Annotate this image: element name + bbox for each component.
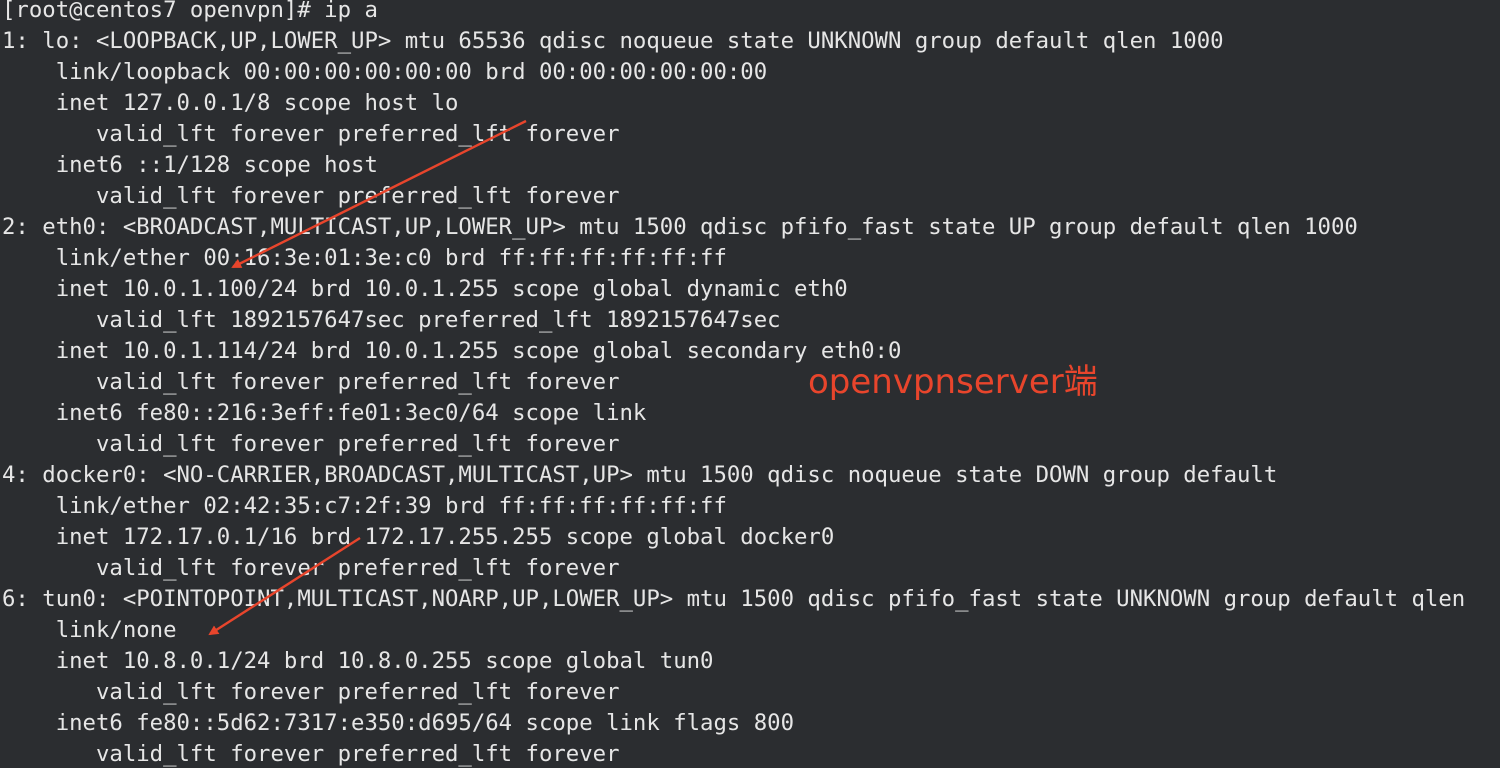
terminal-window[interactable]: [root@centos7 openvpn]# ip a 1: lo: <LOO… (0, 0, 1500, 768)
terminal-line-eth0-inet2: inet 10.0.1.114/24 brd 10.0.1.255 scope … (2, 338, 902, 364)
terminal-line-eth0-valid6: valid_lft forever preferred_lft forever (2, 431, 620, 457)
terminal-line-tun0-header: 6: tun0: <POINTOPOINT,MULTICAST,NOARP,UP… (2, 586, 1466, 612)
terminal-line-tun0-inet6: inet6 fe80::5d62:7317:e350:d695/64 scope… (2, 710, 795, 736)
terminal-line-eth0-valid: valid_lft 1892157647sec preferred_lft 18… (2, 307, 781, 333)
terminal-line-tun0-valid6: valid_lft forever preferred_lft forever (2, 741, 620, 767)
terminal-line-tun0-valid: valid_lft forever preferred_lft forever (2, 679, 620, 705)
terminal-line-lo-inet: inet 127.0.0.1/8 scope host lo (2, 90, 459, 116)
terminal-line-lo-link: link/loopback 00:00:00:00:00:00 brd 00:0… (2, 59, 768, 85)
terminal-line-lo-inet6: inet6 ::1/128 scope host (2, 152, 378, 178)
terminal-line-lo-valid: valid_lft forever preferred_lft forever (2, 121, 620, 147)
terminal-line-eth0-header: 2: eth0: <BROADCAST,MULTICAST,UP,LOWER_U… (2, 214, 1358, 240)
terminal-line-docker0-inet: inet 172.17.0.1/16 brd 172.17.255.255 sc… (2, 524, 835, 550)
terminal-line-eth0-link: link/ether 00:16:3e:01:3e:c0 brd ff:ff:f… (2, 245, 727, 271)
terminal-line-prompt: [root@centos7 openvpn]# ip a (2, 0, 378, 23)
terminal-line-tun0-inet: inet 10.8.0.1/24 brd 10.8.0.255 scope gl… (2, 648, 714, 674)
terminal-line-docker0-valid: valid_lft forever preferred_lft forever (2, 555, 620, 581)
terminal-line-lo-header: 1: lo: <LOOPBACK,UP,LOWER_UP> mtu 65536 … (2, 28, 1224, 54)
terminal-line-eth0-inet: inet 10.0.1.100/24 brd 10.0.1.255 scope … (2, 276, 848, 302)
terminal-line-tun0-link: link/none (2, 617, 177, 643)
terminal-line-eth0-valid2: valid_lft forever preferred_lft forever (2, 369, 620, 395)
terminal-line-eth0-inet6: inet6 fe80::216:3eff:fe01:3ec0/64 scope … (2, 400, 647, 426)
terminal-line-docker0-header: 4: docker0: <NO-CARRIER,BROADCAST,MULTIC… (2, 462, 1278, 488)
terminal-line-docker0-link: link/ether 02:42:35:c7:2f:39 brd ff:ff:f… (2, 493, 727, 519)
terminal-line-lo-valid6: valid_lft forever preferred_lft forever (2, 183, 620, 209)
annotation-label: openvpnserver端 (808, 362, 1098, 402)
